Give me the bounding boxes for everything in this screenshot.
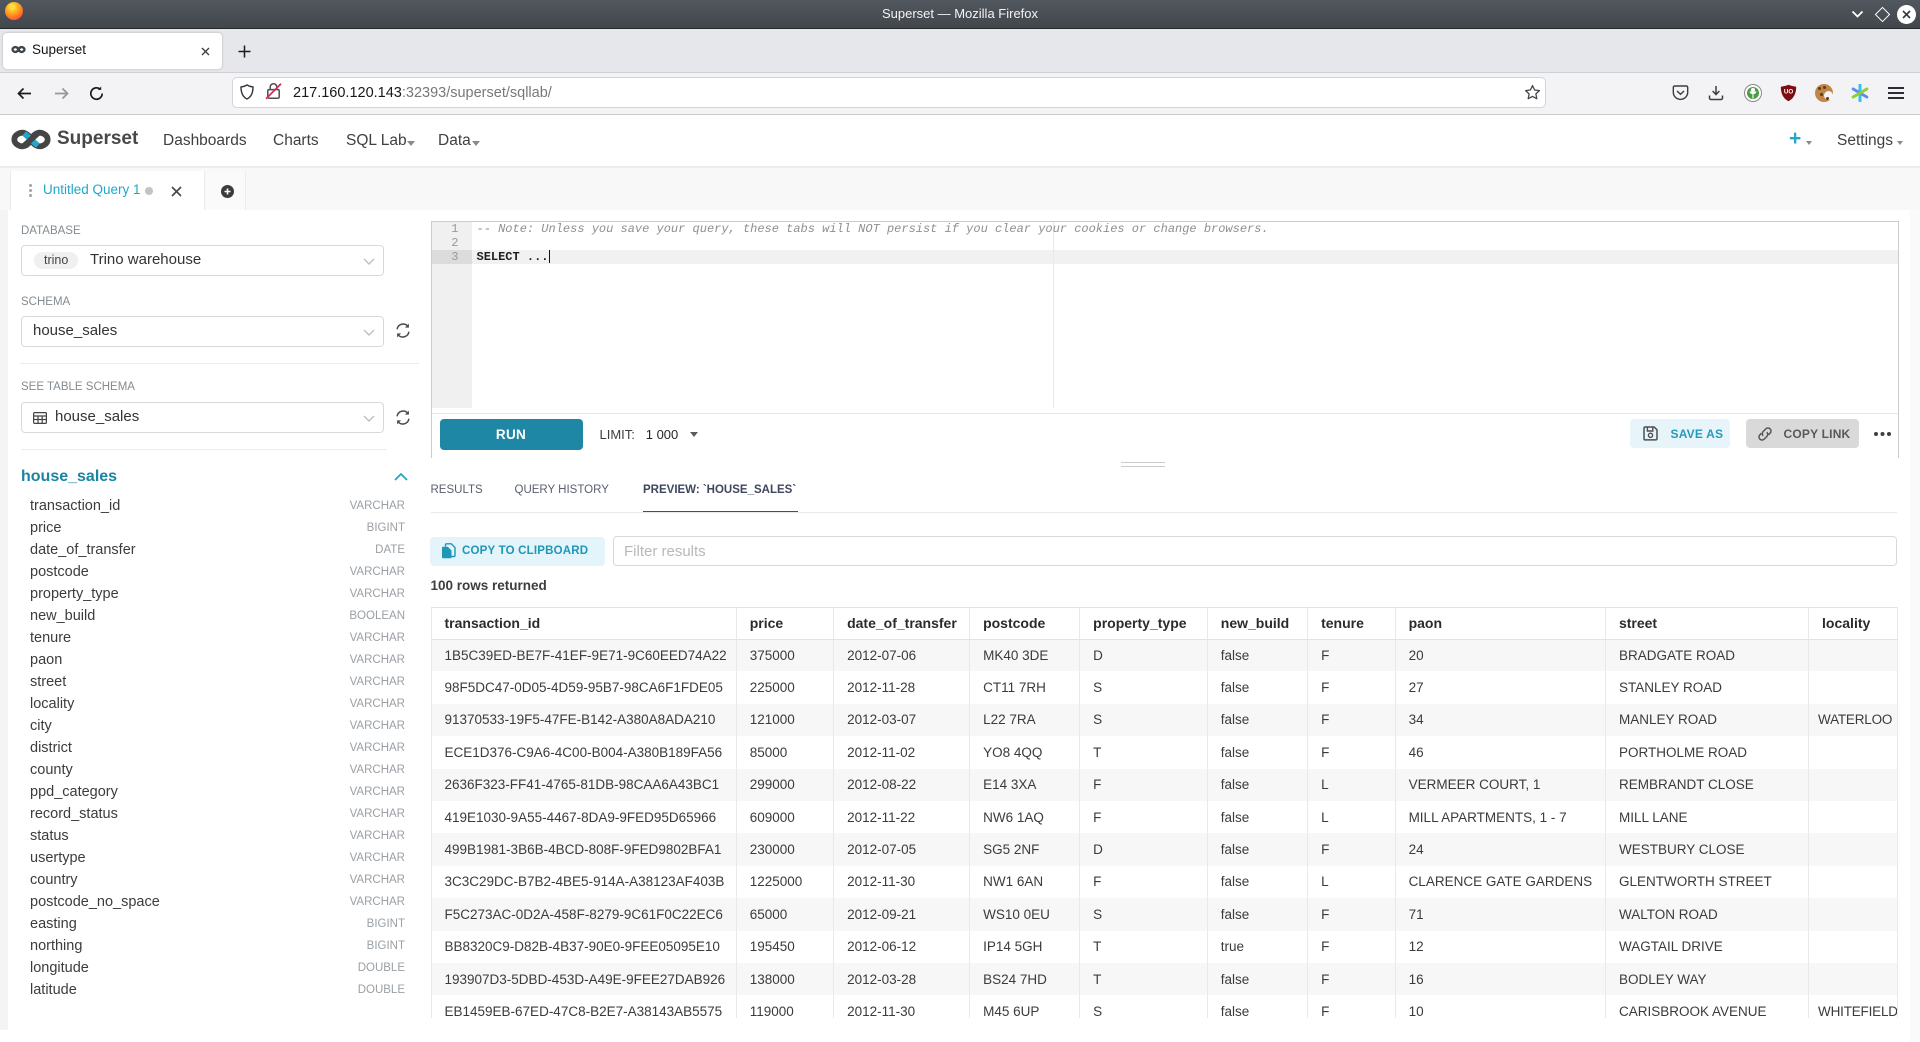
svg-text:UO: UO	[1784, 88, 1793, 95]
